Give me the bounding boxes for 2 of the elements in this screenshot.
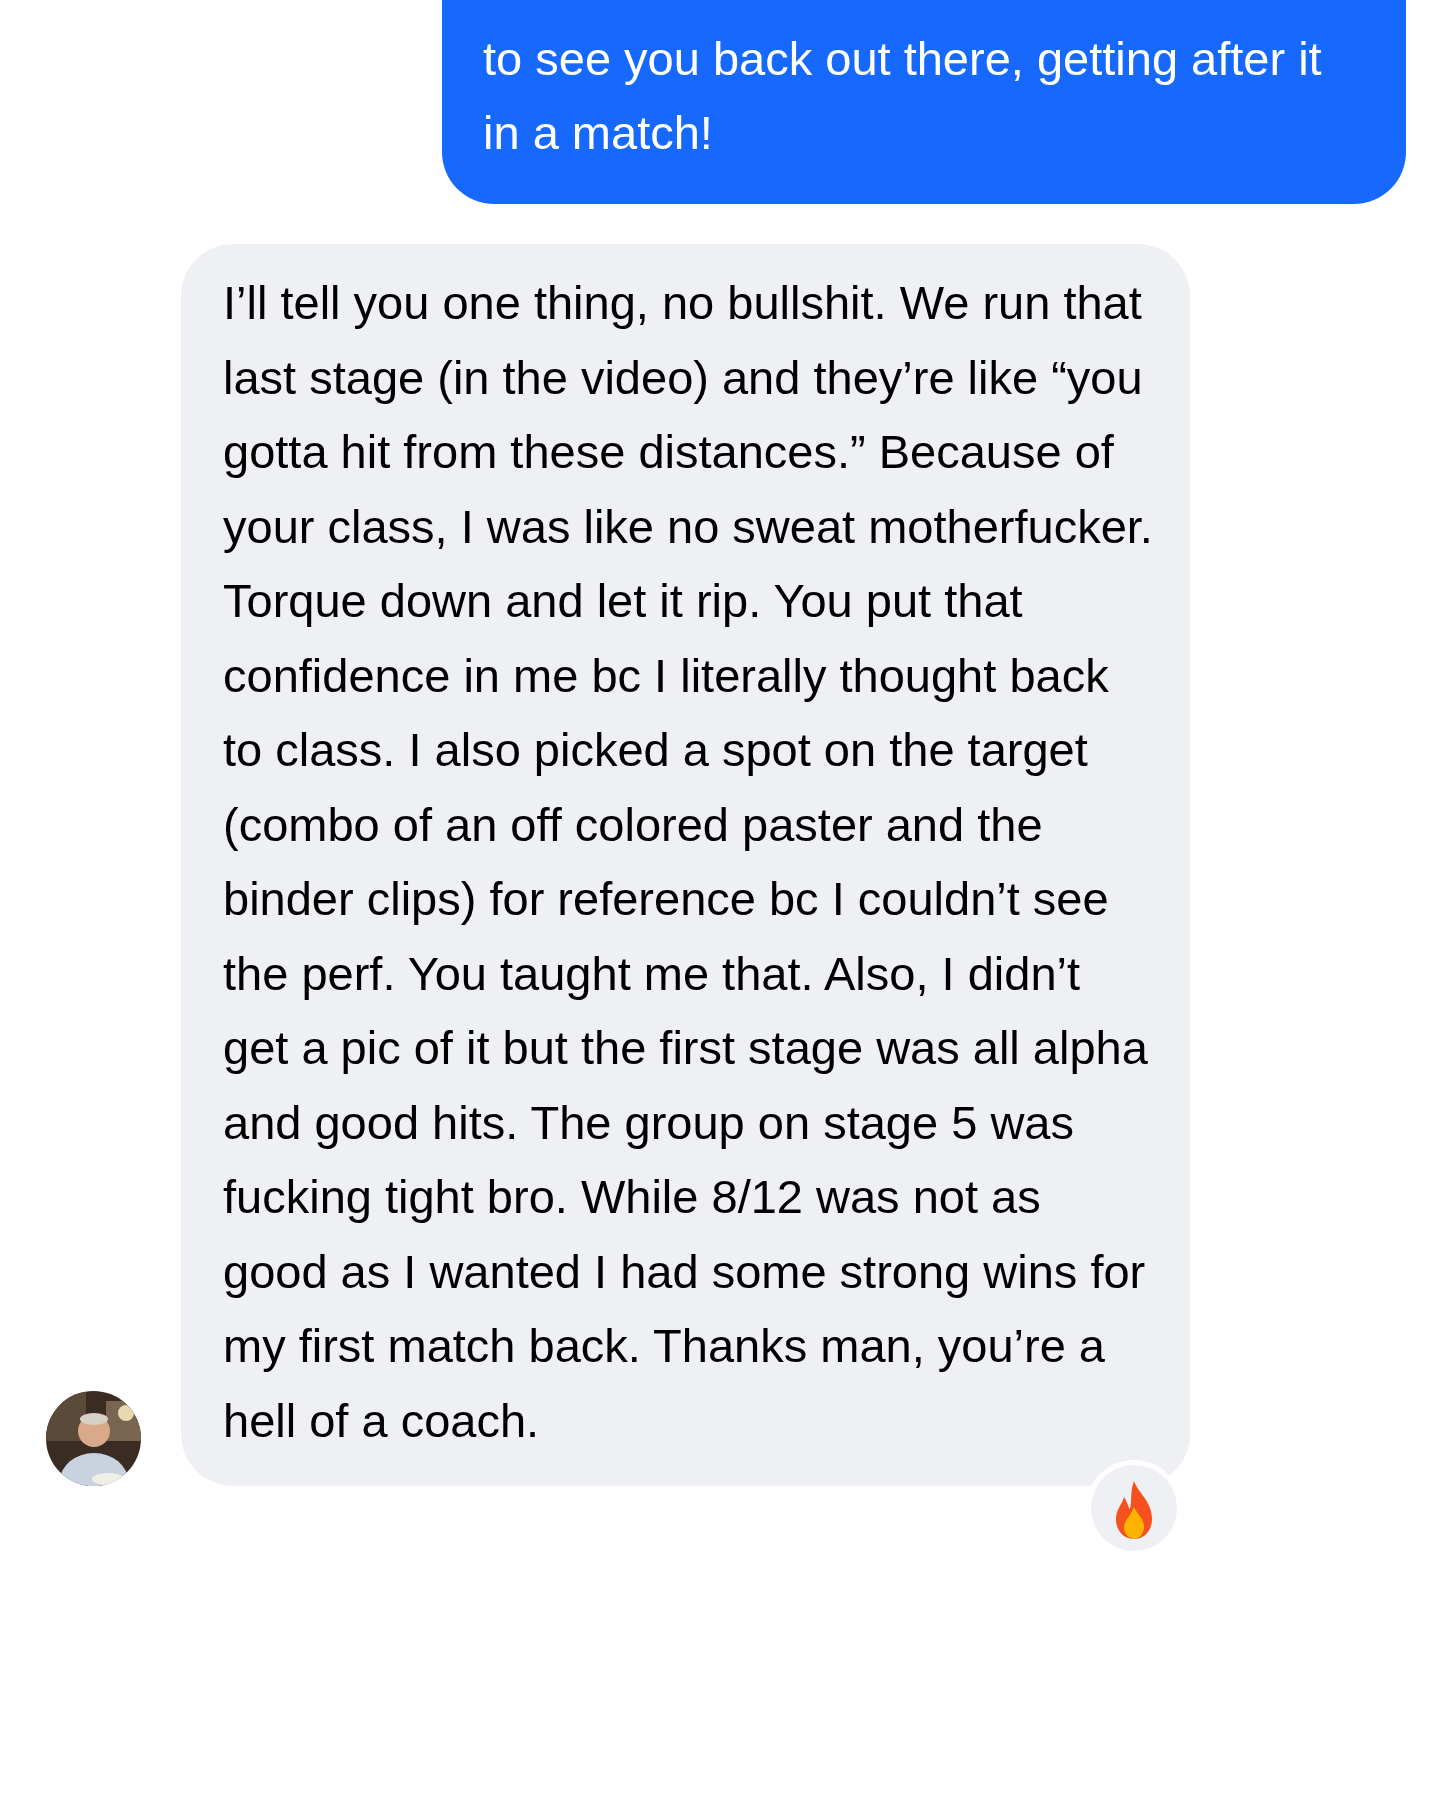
message-bubble: I’ll tell you one thing, no bullshit. We run that last stage (in the video) and they’re like “you gotta hit from these distances.” Because of your class, I was like no sweat motherfucker. Torque down and let it rip. You put that confidence in me bc I literally thought back to class. I also picked a spot on the target (combo of an off colored paster and the binder clips) for reference bc I couldn’t see the perf. You taught me that. Also, I didn’t get a pic of it but the first stage was all alpha and good hits. The group on stage 5 was fucking tight bro. While 8/12 was not as good as I wanted I had some strong wins for my first match back. Thanks man, you’re a hell of a coach. xyxy=(181,244,1190,1486)
message-bubble: to see you back out there, getting after it in a match! xyxy=(442,0,1406,204)
